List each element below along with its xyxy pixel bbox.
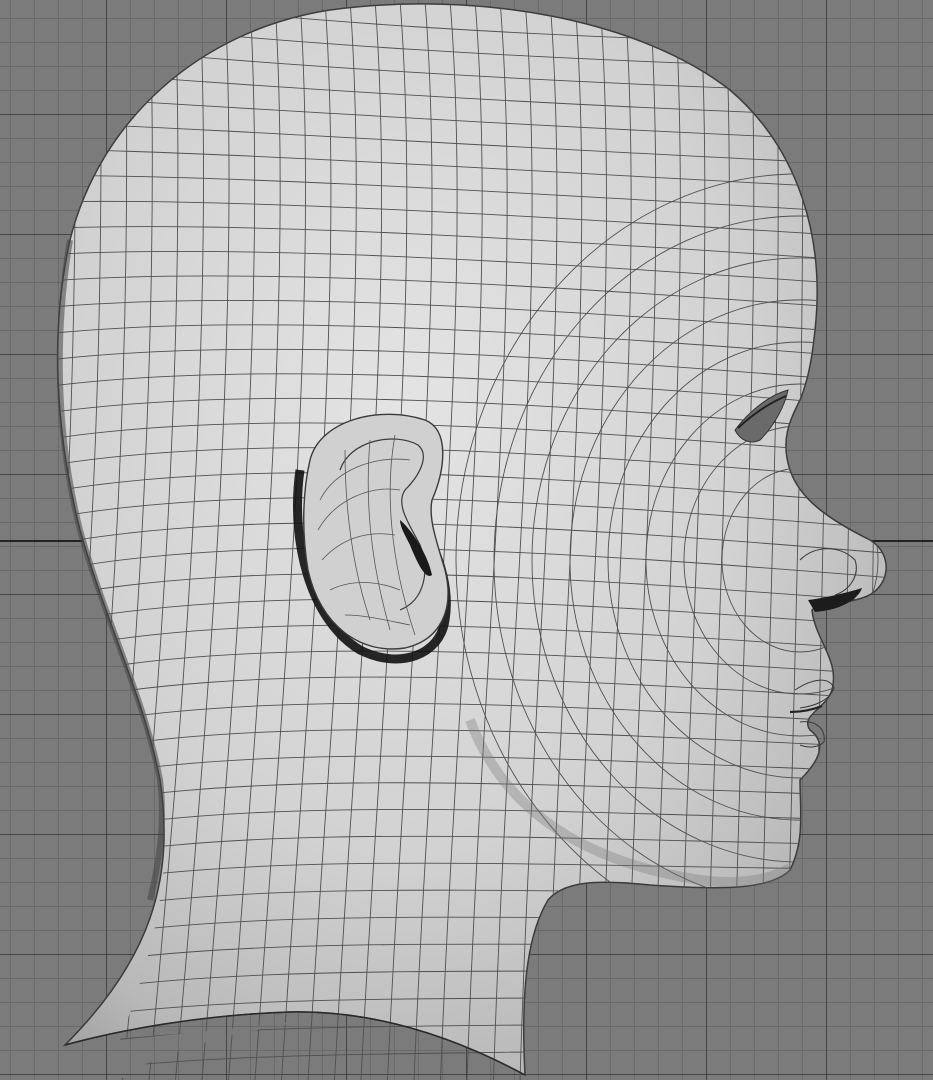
- head-surface: [56, 3, 887, 1077]
- head-mesh[interactable]: [0, 0, 933, 1080]
- mesh-edge: [0, 0, 50, 1080]
- mesh-edge: [57, 3, 76, 1080]
- viewport-3d[interactable]: [0, 0, 933, 1080]
